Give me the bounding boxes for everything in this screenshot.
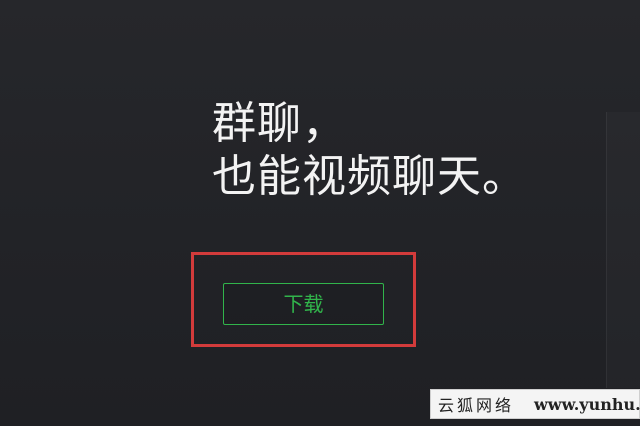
page: 群聊， 也能视频聊天。 下载 云狐网络 www.yunhu.net <box>0 0 640 426</box>
right-panel-edge <box>606 112 640 388</box>
watermark-cn: 云狐网络 <box>438 396 515 415</box>
download-button[interactable]: 下载 <box>223 283 384 325</box>
promo-headline: 群聊， 也能视频聊天。 <box>212 98 592 204</box>
headline-line-2: 也能视频聊天。 <box>212 150 527 202</box>
watermark: 云狐网络 www.yunhu.net <box>430 389 640 419</box>
headline-line-1: 群聊， <box>212 98 347 149</box>
watermark-url: www.yunhu.net <box>534 394 640 414</box>
